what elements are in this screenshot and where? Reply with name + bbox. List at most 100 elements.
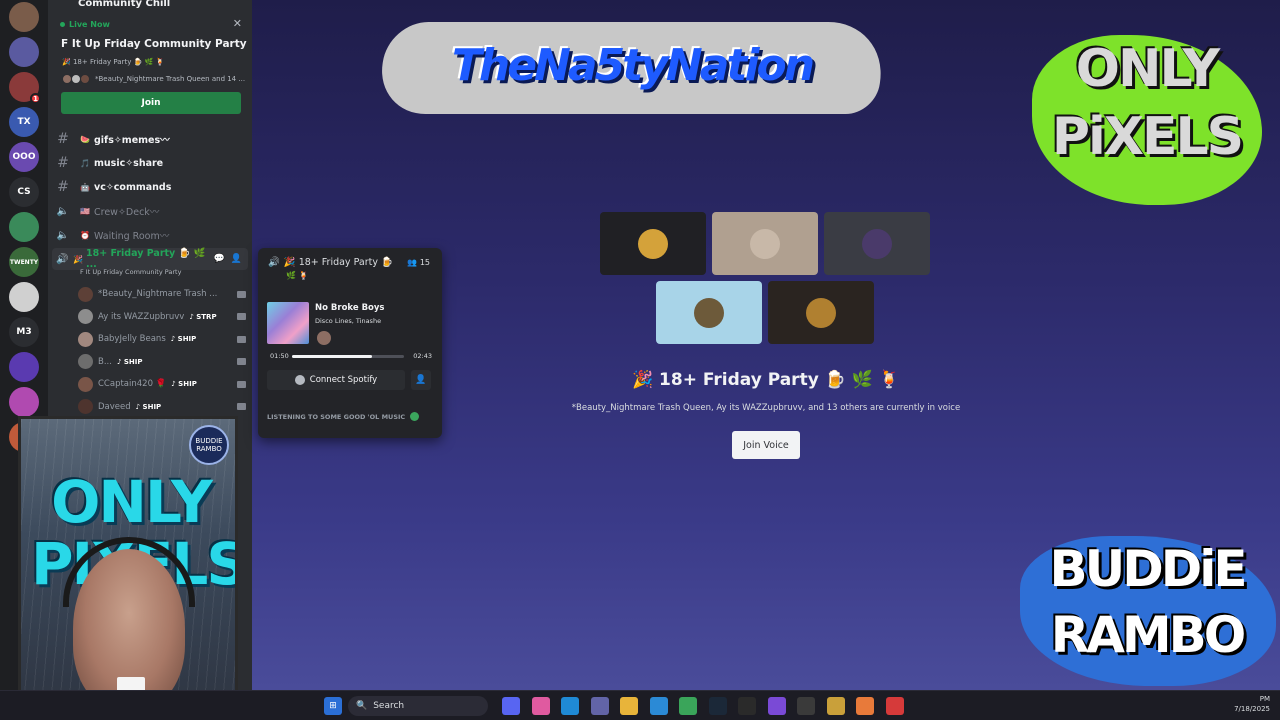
close-icon[interactable]: ✕ (233, 17, 242, 30)
invite-icon[interactable]: 👤 (411, 370, 431, 390)
voice-channel-friday-party[interactable]: 🔊 🎉 18+ Friday Party 🍺 🌿 ... 💬 👤 (52, 248, 248, 270)
chat-bubble-icon[interactable]: 💬 (214, 254, 225, 264)
taskbar-search[interactable]: 🔍 Search (348, 696, 488, 716)
camera-icon (237, 335, 246, 343)
voice-user[interactable]: B... ♪ SHIP (78, 351, 246, 373)
voice-user[interactable]: Ay its WAZZupbruvv ♪ STRP (78, 306, 246, 328)
taskbar-steam-icon[interactable] (708, 697, 727, 715)
server-icon[interactable]: CS (9, 177, 39, 207)
voice-user[interactable]: CCaptain420 🌹 ♪ SHIP (78, 373, 246, 395)
channel-name: vc✧commands (94, 181, 172, 193)
participant-tile[interactable] (712, 212, 818, 275)
server-icon[interactable]: TWENTY (9, 247, 39, 277)
taskbar-discord-icon[interactable] (502, 697, 520, 715)
live-now-label: Live Now (69, 20, 110, 29)
voice-user[interactable]: Daveed ♪ SHIP (78, 396, 246, 418)
participant-tile[interactable] (768, 281, 874, 344)
taskbar-app2-icon[interactable] (797, 697, 815, 715)
server-label: TX (17, 117, 31, 127)
voice-user[interactable]: BabyJelly Beans ♪ SHIP (78, 328, 246, 350)
avatar (80, 74, 90, 84)
song-artist[interactable]: Disco Lines, Tinashe (315, 317, 381, 325)
hashtag-icon: # (57, 179, 69, 195)
taskbar-files-icon[interactable] (620, 697, 638, 715)
buddie-rambo-logo: BUDDiE RAMBO (1014, 528, 1280, 690)
participants-text: *Beauty_Nightmare Trash Queen and 14 ... (95, 75, 246, 83)
taskbar-chrome-icon[interactable] (679, 697, 697, 715)
server-icon[interactable]: M3 (9, 317, 39, 347)
channel-emoji: 🎵 (80, 158, 90, 168)
taskbar-app5-icon[interactable] (885, 697, 904, 715)
nasty-nation-logo-text: TheNa5tyNation (451, 40, 815, 91)
clock-time: PM (1259, 695, 1270, 703)
popup-title-emoji: 🌿 🍹 (286, 271, 309, 280)
only-pixels-line2: PiXELS (1051, 107, 1244, 167)
album-art (267, 302, 309, 344)
server-icon[interactable] (9, 352, 39, 382)
text-channel[interactable]: # 🤖 vc✧commands (52, 176, 248, 198)
taskbar-edge-icon[interactable] (561, 697, 579, 715)
text-channel[interactable]: # 🎵 music✧share (52, 152, 248, 174)
spotify-icon (294, 375, 305, 385)
add-user-icon[interactable]: 👤 (231, 254, 242, 264)
server-icon[interactable] (9, 212, 39, 242)
text-channel[interactable]: # 🍉 gifs✧memes〰 (52, 128, 248, 150)
search-icon: 🔍 (356, 701, 368, 711)
voice-channel[interactable]: 🔈 🇺🇸 Crew✧Deck〰 (52, 200, 248, 222)
live-event-channel: 🎉 18+ Friday Party 🍺 🌿 🍹 (62, 58, 165, 66)
song-duration: 02:43 (413, 352, 432, 360)
mention-badge: 1 (30, 93, 41, 104)
buddie-rambo-line1: BUDDiE (1049, 540, 1247, 598)
voice-user[interactable]: *Beauty_Nightmare Trash ... (78, 283, 246, 305)
system-clock[interactable]: PM 7/18/2025 (1234, 694, 1270, 714)
server-icon[interactable]: OOO (9, 142, 39, 172)
server-icon[interactable]: TX (9, 107, 39, 137)
server-icon[interactable] (9, 2, 39, 32)
taskbar-obs-icon[interactable] (738, 697, 756, 715)
user-tag: ♪ SHIP (170, 335, 197, 343)
speaker-icon: 🔈 (56, 205, 70, 217)
avatar (78, 376, 93, 392)
speaker-icon: 🔊 (268, 257, 280, 268)
user-tag: ♪ SHIP (135, 402, 162, 411)
connect-spotify-button[interactable]: Connect Spotify (267, 370, 405, 390)
voice-user-name: BabyJelly Beans (98, 334, 166, 344)
taskbar-teams-icon[interactable] (590, 697, 609, 715)
webcam-overlay: ONLY PIXELS BUDDIE RAMBO (18, 416, 238, 712)
participant-tile[interactable] (824, 212, 930, 275)
voice-channel[interactable]: 🔈 ⏰ Waiting Room〰 (52, 224, 248, 246)
server-icon[interactable] (9, 37, 39, 67)
song-title[interactable]: No Broke Boys (315, 303, 385, 313)
server-icon[interactable] (9, 387, 39, 417)
camera-icon (237, 313, 246, 320)
hashtag-icon: # (57, 155, 69, 171)
voice-user-name: *Beauty_Nightmare Trash ... (98, 289, 218, 299)
taskbar-store-icon[interactable] (649, 697, 668, 715)
channel-emoji: 🇺🇸 (80, 206, 90, 216)
taskbar-app3-icon[interactable] (826, 697, 845, 715)
taskbar-app4-icon[interactable] (856, 697, 874, 715)
camera-icon (237, 290, 246, 298)
participant-tile[interactable] (656, 281, 762, 344)
participant-tile[interactable] (600, 212, 706, 275)
server-icon[interactable] (9, 282, 39, 312)
taskbar-copilot-icon[interactable] (531, 697, 550, 715)
camera-icon (237, 403, 246, 410)
guild-name[interactable]: Community Chill (48, 0, 252, 14)
windows-start-icon[interactable]: ⊞ (324, 697, 342, 715)
avatar (638, 228, 668, 259)
avatar (694, 297, 724, 328)
voice-channel-popup: 🔊 🎉 18+ Friday Party 🍺 🌿 🍹 👥 15 No Broke… (258, 248, 442, 438)
camera-icon (237, 380, 246, 388)
join-event-button[interactable]: Join (61, 92, 241, 114)
taskbar-app1-icon[interactable] (767, 697, 786, 715)
server-icon[interactable]: 1 (9, 72, 41, 104)
channel-name: gifs✧memes〰 (94, 135, 170, 146)
voice-user-name: B... (98, 356, 112, 367)
join-voice-button[interactable]: Join Voice (732, 431, 800, 459)
avatar (78, 286, 93, 302)
server-label: TWENTY (9, 258, 39, 266)
song-progress-fill (292, 355, 372, 358)
avatar (78, 354, 93, 369)
live-now-badge: Live Now (60, 20, 110, 29)
